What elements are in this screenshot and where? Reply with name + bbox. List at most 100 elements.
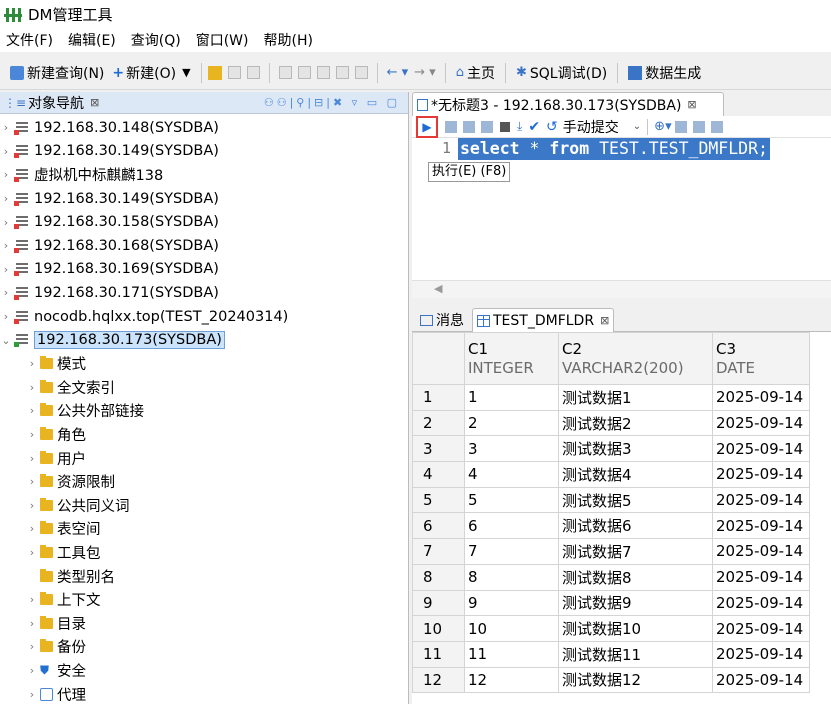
table-row[interactable]: 10 10 测试数据10 2025-09-14 (412, 615, 810, 642)
table-cell[interactable]: 2025-09-14 (712, 640, 810, 668)
table-cell[interactable]: 2025-09-14 (712, 666, 810, 694)
table-cell[interactable]: 测试数据3 (558, 435, 713, 463)
chevron-right-icon[interactable]: › (0, 286, 12, 299)
tree-node-connection[interactable]: › 192.168.30.169(SYSDBA) (0, 258, 408, 282)
tree-node-folder[interactable]: › 公共同义词 (0, 494, 408, 518)
table-cell[interactable]: 6 (464, 512, 559, 540)
editor-tab[interactable]: *无标题3 - 192.168.30.173(SYSDBA) ⊠ (412, 92, 724, 116)
tree-node-connection[interactable]: › 192.168.30.149(SYSDBA) (0, 187, 408, 211)
table-cell[interactable]: 测试数据10 (558, 615, 713, 642)
chevron-right-icon[interactable]: › (0, 192, 12, 205)
tree-node-connection[interactable]: › 虚拟机中标麒麟138 (0, 163, 408, 187)
table-cell[interactable]: 2025-09-14 (712, 435, 810, 463)
table-cell[interactable]: 测试数据2 (558, 409, 713, 437)
close-icon[interactable]: ⊠ (90, 96, 99, 109)
menu-window[interactable]: 窗口(W) (196, 30, 249, 50)
menu-edit[interactable]: 编辑(E) (68, 30, 116, 50)
table-cell[interactable]: 10 (464, 615, 559, 642)
sql-text-selected[interactable]: select * from TEST.TEST_DMFLDR; (458, 138, 770, 160)
tree-node-folder[interactable]: › 目录 (0, 611, 408, 635)
table-cell[interactable]: 2025-09-14 (712, 589, 810, 617)
chevron-right-icon[interactable]: › (26, 499, 38, 512)
copy-icon[interactable] (335, 66, 349, 79)
table-cell[interactable]: 测试数据9 (558, 589, 713, 617)
tree-node-folder[interactable]: › 模式 (0, 352, 408, 376)
stop-icon[interactable] (500, 121, 510, 132)
chevron-right-icon[interactable]: › (26, 640, 38, 653)
table-cell[interactable]: 2025-09-14 (712, 615, 810, 642)
tree-node-folder[interactable]: › 全文索引 (0, 376, 408, 400)
execute-button[interactable]: ▶ (416, 115, 438, 138)
tab-messages[interactable]: 消息 (416, 308, 468, 332)
chevron-right-icon[interactable]: › (26, 452, 38, 465)
column-header[interactable]: C1 INTEGER (464, 332, 559, 385)
table-cell[interactable]: 7 (464, 538, 559, 565)
open-folder-icon[interactable] (207, 65, 222, 80)
table-cell[interactable]: 5 (464, 486, 559, 514)
export-icon[interactable] (710, 120, 723, 133)
horizontal-scrollbar[interactable]: ◀ (412, 280, 831, 298)
table-row[interactable]: 4 4 测试数据4 2025-09-14 (412, 461, 810, 488)
tree-node-connection-active[interactable]: ⌄ 192.168.30.173(SYSDBA) (0, 328, 408, 352)
table-cell[interactable]: 测试数据6 (558, 512, 713, 540)
tree-node-connection[interactable]: › nocodb.hqlxx.top(TEST_20240314) (0, 305, 408, 329)
menu-file[interactable]: 文件(F) (6, 30, 53, 50)
chevron-right-icon[interactable]: › (0, 239, 12, 252)
table-cell[interactable]: 2025-09-14 (712, 538, 810, 565)
table-cell[interactable]: 测试数据11 (558, 640, 713, 668)
tab-result-table[interactable]: TEST_DMFLDR ⊠ (472, 308, 615, 332)
table-cell[interactable]: 测试数据7 (558, 538, 713, 565)
table-cell[interactable]: 2025-09-14 (712, 461, 810, 488)
tree-node-folder[interactable]: › 代理 (0, 682, 408, 704)
new-button[interactable]: + 新建(O) ▼ (108, 60, 194, 86)
chevron-right-icon[interactable]: › (26, 428, 38, 441)
close-icon[interactable]: ⊠ (600, 314, 609, 327)
tree-node-connection[interactable]: › 192.168.30.149(SYSDBA) (0, 140, 408, 164)
table-cell[interactable]: 12 (464, 666, 559, 694)
add-icon[interactable]: ⊕▾ (654, 119, 671, 134)
manual-commit-select[interactable]: 手动提交 (563, 117, 619, 137)
chevron-right-icon[interactable]: › (0, 310, 12, 323)
table-row[interactable]: 7 7 测试数据7 2025-09-14 (412, 538, 810, 565)
tree-node-connection[interactable]: › 192.168.30.158(SYSDBA) (0, 210, 408, 234)
forward-arrow-icon[interactable]: → ▾ (414, 65, 436, 80)
execute-selection-icon[interactable] (481, 120, 493, 133)
table-cell[interactable]: 9 (464, 589, 559, 617)
navigator-toolbar-icons[interactable]: ⚇⚇|⚲|⊟|✖ ▿ ▭ ▢ (264, 96, 400, 109)
commit-icon[interactable]: ✔ (528, 119, 540, 135)
tree-node-folder[interactable]: › 工具包 (0, 541, 408, 565)
table-cell[interactable]: 测试数据12 (558, 666, 713, 694)
scroll-left-icon[interactable]: ◀ (434, 282, 442, 295)
table-row[interactable]: 9 9 测试数据9 2025-09-14 (412, 589, 810, 617)
tree-node-folder[interactable]: › 公共外部链接 (0, 399, 408, 423)
chevron-right-icon[interactable]: › (0, 145, 12, 158)
tree-node-folder[interactable]: › 角色 (0, 423, 408, 447)
tree-node-folder[interactable]: › 资源限制 (0, 470, 408, 494)
table-cell[interactable]: 3 (464, 435, 559, 463)
explain-icon[interactable] (463, 120, 475, 133)
chevron-right-icon[interactable]: › (26, 522, 38, 535)
table-cell[interactable]: 测试数据5 (558, 486, 713, 514)
object-navigator-tab[interactable]: ⋮≡ 对象导航 ⊠ ⚇⚇|⚲|⊟|✖ ▿ ▭ ▢ (0, 92, 408, 114)
cut-icon[interactable] (316, 66, 330, 79)
rollback-icon[interactable]: ↺ (546, 119, 558, 135)
table-row[interactable]: 8 8 测试数据8 2025-09-14 (412, 563, 810, 591)
menu-query[interactable]: 查询(Q) (131, 30, 181, 50)
home-button[interactable]: ⌂ 主页 (452, 60, 499, 86)
chevron-right-icon[interactable]: › (26, 357, 38, 370)
table-cell[interactable]: 2025-09-14 (712, 563, 810, 591)
table-cell[interactable]: 2025-09-14 (712, 486, 810, 514)
save-icon[interactable] (227, 66, 241, 79)
sql-debug-button[interactable]: ✱ SQL调试(D) (512, 60, 611, 86)
table-cell[interactable]: 8 (464, 563, 559, 591)
redo-icon[interactable] (297, 66, 311, 79)
table-cell[interactable]: 2025-09-14 (712, 512, 810, 540)
column-header[interactable]: C3 DATE (712, 332, 810, 385)
undo-icon[interactable] (278, 66, 292, 79)
tree-node-connection[interactable]: › 192.168.30.148(SYSDBA) (0, 116, 408, 140)
table-row[interactable]: 2 2 测试数据2 2025-09-14 (412, 409, 810, 437)
chevron-right-icon[interactable]: › (0, 263, 12, 276)
tree-node-folder[interactable]: › ⛊ 安全 (0, 659, 408, 683)
table-cell[interactable]: 测试数据8 (558, 563, 713, 591)
table-cell[interactable]: 2025-09-14 (712, 409, 810, 437)
